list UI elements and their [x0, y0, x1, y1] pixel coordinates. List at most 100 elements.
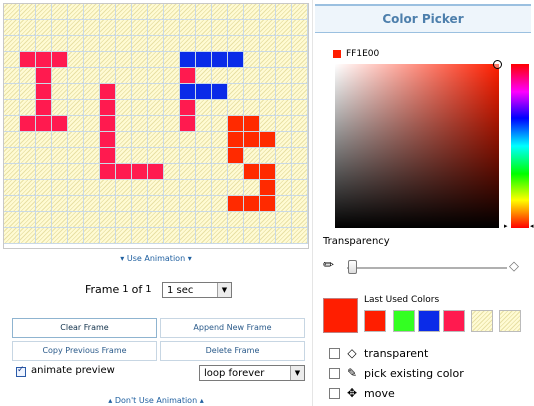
- grid-cell[interactable]: [36, 212, 52, 228]
- grid-cell[interactable]: [164, 4, 180, 20]
- grid-cell[interactable]: [84, 36, 100, 52]
- copy-previous-frame-button[interactable]: Copy Previous Frame: [12, 341, 157, 361]
- grid-cell[interactable]: [52, 228, 68, 244]
- grid-cell[interactable]: [260, 196, 276, 212]
- grid-cell[interactable]: [68, 116, 84, 132]
- grid-cell[interactable]: [244, 36, 260, 52]
- grid-cell[interactable]: [100, 4, 116, 20]
- grid-cell[interactable]: [180, 4, 196, 20]
- grid-cell[interactable]: [292, 52, 308, 68]
- grid-cell[interactable]: [228, 100, 244, 116]
- grid-cell[interactable]: [292, 148, 308, 164]
- grid-cell[interactable]: [100, 68, 116, 84]
- grid-cell[interactable]: [4, 196, 20, 212]
- grid-cell[interactable]: [84, 20, 100, 36]
- grid-cell[interactable]: [196, 20, 212, 36]
- grid-cell[interactable]: [212, 132, 228, 148]
- grid-cell[interactable]: [100, 100, 116, 116]
- dont-use-animation-link[interactable]: ▴ Don't Use Animation ▴: [0, 396, 312, 405]
- grid-cell[interactable]: [132, 212, 148, 228]
- grid-cell[interactable]: [100, 212, 116, 228]
- grid-cell[interactable]: [164, 164, 180, 180]
- grid-cell[interactable]: [52, 196, 68, 212]
- grid-cell[interactable]: [244, 68, 260, 84]
- grid-cell[interactable]: [52, 20, 68, 36]
- grid-cell[interactable]: [20, 20, 36, 36]
- grid-cell[interactable]: [132, 164, 148, 180]
- grid-cell[interactable]: [276, 180, 292, 196]
- pixel-grid[interactable]: [3, 3, 309, 249]
- grid-cell[interactable]: [36, 180, 52, 196]
- grid-cell[interactable]: [132, 228, 148, 244]
- grid-cell[interactable]: [260, 180, 276, 196]
- grid-cell[interactable]: [148, 36, 164, 52]
- grid-cell[interactable]: [260, 84, 276, 100]
- use-animation-link[interactable]: ▾ Use Animation ▾: [0, 254, 312, 263]
- grid-cell[interactable]: [292, 212, 308, 228]
- grid-cell[interactable]: [132, 196, 148, 212]
- grid-cell[interactable]: [148, 20, 164, 36]
- last-used-color-swatch[interactable]: [499, 310, 521, 332]
- grid-cell[interactable]: [52, 68, 68, 84]
- grid-cell[interactable]: [196, 212, 212, 228]
- pick-existing-color-checkbox[interactable]: [329, 367, 340, 379]
- grid-cell[interactable]: [292, 116, 308, 132]
- grid-cell[interactable]: [292, 180, 308, 196]
- grid-cell[interactable]: [52, 212, 68, 228]
- grid-cell[interactable]: [4, 132, 20, 148]
- grid-cell[interactable]: [260, 4, 276, 20]
- grid-cell[interactable]: [116, 68, 132, 84]
- grid-cell[interactable]: [116, 164, 132, 180]
- grid-cell[interactable]: [52, 4, 68, 20]
- grid-cell[interactable]: [276, 196, 292, 212]
- grid-cell[interactable]: [132, 36, 148, 52]
- grid-cell[interactable]: [148, 212, 164, 228]
- grid-cell[interactable]: [84, 212, 100, 228]
- grid-cell[interactable]: [52, 132, 68, 148]
- pick-existing-color-option[interactable]: ✎ pick existing color: [329, 366, 464, 380]
- grid-cell[interactable]: [228, 4, 244, 20]
- grid-cell[interactable]: [52, 148, 68, 164]
- grid-cell[interactable]: [196, 52, 212, 68]
- grid-cell[interactable]: [132, 68, 148, 84]
- grid-cell[interactable]: [52, 116, 68, 132]
- grid-cell[interactable]: [100, 180, 116, 196]
- grid-cell[interactable]: [68, 228, 84, 244]
- grid-cell[interactable]: [4, 164, 20, 180]
- grid-cell[interactable]: [276, 52, 292, 68]
- move-option[interactable]: ✥ move: [329, 386, 395, 400]
- grid-cell[interactable]: [52, 164, 68, 180]
- grid-cell[interactable]: [148, 116, 164, 132]
- grid-cell[interactable]: [260, 68, 276, 84]
- grid-cell[interactable]: [260, 228, 276, 244]
- grid-cell[interactable]: [228, 20, 244, 36]
- grid-cell[interactable]: [36, 100, 52, 116]
- grid-cell[interactable]: [212, 148, 228, 164]
- grid-cell[interactable]: [180, 228, 196, 244]
- grid-cell[interactable]: [68, 148, 84, 164]
- grid-cell[interactable]: [52, 36, 68, 52]
- grid-cell[interactable]: [276, 68, 292, 84]
- grid-cell[interactable]: [100, 20, 116, 36]
- grid-cell[interactable]: [4, 36, 20, 52]
- grid-cell[interactable]: [276, 164, 292, 180]
- grid-cell[interactable]: [212, 68, 228, 84]
- grid-cell[interactable]: [212, 164, 228, 180]
- grid-cell[interactable]: [4, 116, 20, 132]
- grid-cell[interactable]: [180, 132, 196, 148]
- grid-cell[interactable]: [180, 148, 196, 164]
- grid-cell[interactable]: [228, 212, 244, 228]
- grid-cell[interactable]: [228, 132, 244, 148]
- grid-cell[interactable]: [180, 68, 196, 84]
- grid-cell[interactable]: [292, 132, 308, 148]
- grid-cell[interactable]: [164, 148, 180, 164]
- grid-cell[interactable]: [180, 180, 196, 196]
- saturation-value-area[interactable]: [335, 60, 502, 228]
- grid-cell[interactable]: [276, 212, 292, 228]
- grid-cell[interactable]: [180, 116, 196, 132]
- grid-cell[interactable]: [212, 4, 228, 20]
- color-marker[interactable]: [493, 60, 502, 69]
- grid-cell[interactable]: [164, 228, 180, 244]
- grid-cell[interactable]: [292, 84, 308, 100]
- grid-cell[interactable]: [164, 132, 180, 148]
